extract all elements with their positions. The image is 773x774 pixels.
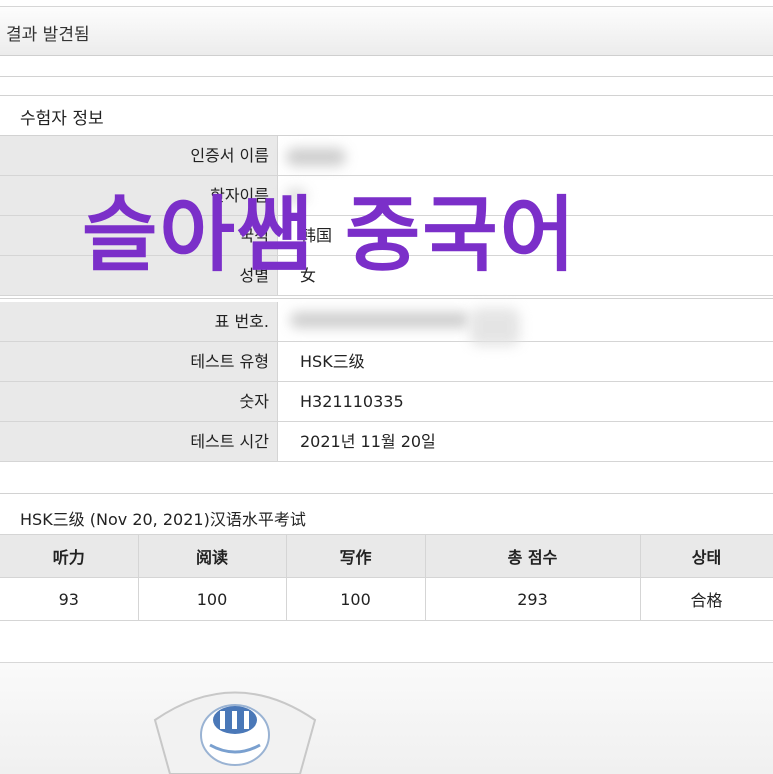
score-status: 合格	[640, 577, 773, 621]
divider	[0, 95, 773, 96]
score-section-title: HSK三级 (Nov 20, 2021)汉语水平考试	[20, 510, 306, 529]
header-total-score: 총 점수	[425, 534, 641, 578]
candidate-info-title: 수험자 정보	[20, 109, 104, 129]
divider	[0, 493, 773, 494]
info-value: HSK三级	[278, 342, 773, 382]
score-listening: 93	[0, 577, 139, 621]
page-title: 결과 발견됨	[6, 25, 90, 45]
watermark-text: 슬아쌤 중국어	[82, 188, 578, 283]
header-listening: 听力	[0, 534, 139, 578]
redaction-blur	[286, 148, 346, 166]
info-label: 테스트 유형	[0, 342, 278, 382]
info-row-number: 숫자 H321110335	[0, 382, 773, 422]
info-value: 2021년 11월 20일	[278, 422, 773, 462]
redaction-blur	[470, 308, 520, 346]
results-header: 결과 발견됨	[0, 6, 773, 56]
score-reading: 100	[138, 577, 287, 621]
score-table: 听力 阅读 写作 총 점수 상태 93 100 100 293 合格	[0, 534, 773, 621]
seal-logo-icon	[153, 691, 317, 774]
header-writing: 写作	[286, 534, 426, 578]
header-reading: 阅读	[138, 534, 287, 578]
info-label: 표 번호.	[0, 302, 278, 342]
divider	[0, 76, 773, 77]
header-status: 상태	[640, 534, 773, 578]
score-row: 93 100 100 293 合格	[0, 577, 773, 621]
info-value: H321110335	[278, 382, 773, 422]
footer	[0, 662, 773, 774]
info-label: 숫자	[0, 382, 278, 422]
score-header-row: 听力 阅读 写作 총 점수 상태	[0, 534, 773, 578]
redaction-blur	[290, 312, 470, 328]
score-total: 293	[425, 577, 641, 621]
info-row-test-type: 테스트 유형 HSK三级	[0, 342, 773, 382]
score-writing: 100	[286, 577, 426, 621]
divider	[0, 298, 773, 299]
info-row-test-time: 테스트 시간 2021년 11월 20일	[0, 422, 773, 462]
info-label: 테스트 시간	[0, 422, 278, 462]
